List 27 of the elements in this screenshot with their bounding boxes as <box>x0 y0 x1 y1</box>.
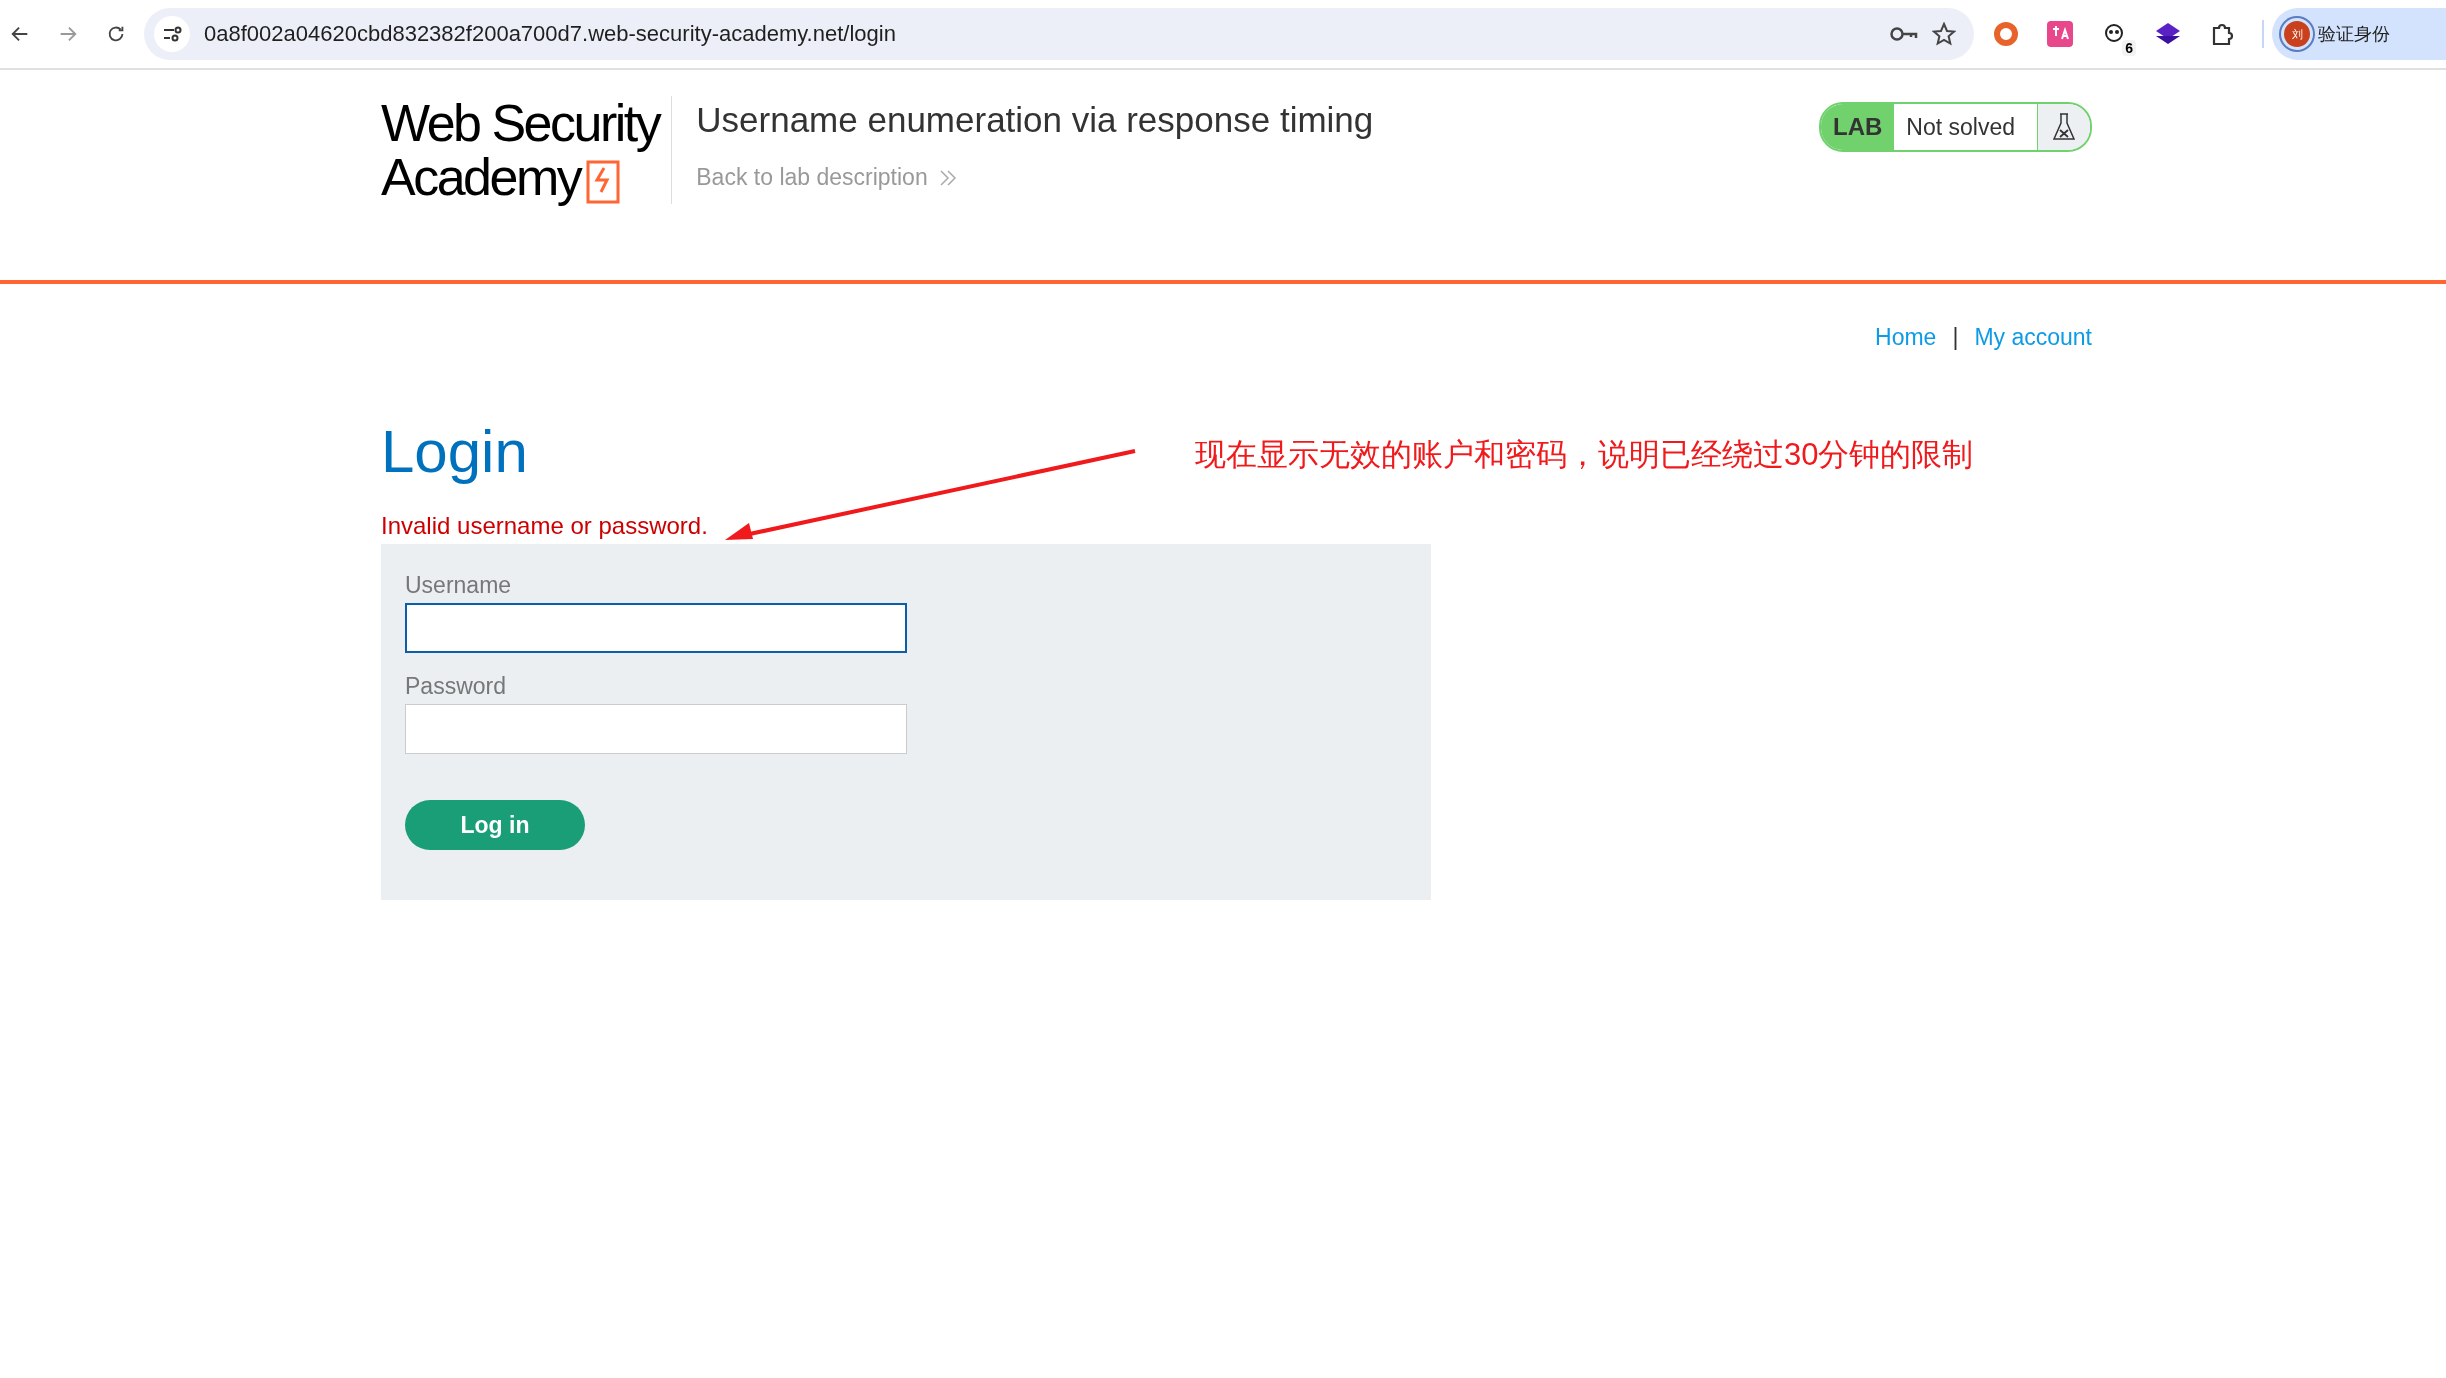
star-icon[interactable] <box>1932 22 1956 46</box>
address-bar[interactable]: 0a8f002a04620cbd832382f200a700d7.web-security-academy.net/login <box>144 8 1974 60</box>
logo-text: Web Security <box>381 96 660 150</box>
login-button[interactable]: Log in <box>405 800 585 850</box>
bolt-icon <box>586 160 621 204</box>
nav-separator: | <box>1952 324 1959 351</box>
error-message: Invalid username or password. <box>381 512 709 540</box>
input-field[interactable] <box>405 603 907 653</box>
extension-badge: 6 <box>2122 40 2136 56</box>
lab-badge: LAB <box>1821 104 1895 150</box>
translate-icon[interactable] <box>2046 20 2074 48</box>
page-heading: Login <box>381 417 528 486</box>
nav-link[interactable]: My account <box>1974 324 2092 351</box>
annotation-text: 现在显示无效的账户和密码，说明已经绕过30分钟的限制 <box>1195 436 1974 474</box>
chevron-icon <box>937 167 958 188</box>
profile-label: 验证身份 <box>2318 23 2390 46</box>
nav-link[interactable]: Home <box>1875 324 1937 351</box>
logo-text: Academy <box>381 150 581 204</box>
profile-chip[interactable]: 刘 验证身份 <box>2272 8 2446 60</box>
field-label: Username <box>405 572 513 599</box>
key-icon[interactable] <box>1890 26 1918 42</box>
site-settings-icon[interactable] <box>154 16 190 52</box>
back-link[interactable]: Back to lab description <box>696 164 958 191</box>
lab-title: Username enumeration via response timing <box>696 100 1375 140</box>
field-label: Password <box>405 673 507 700</box>
url-text: 0a8f002a04620cbd832382f200a700d7.web-security-academy.net/login <box>204 21 897 47</box>
ring-icon[interactable] <box>1992 20 2020 48</box>
